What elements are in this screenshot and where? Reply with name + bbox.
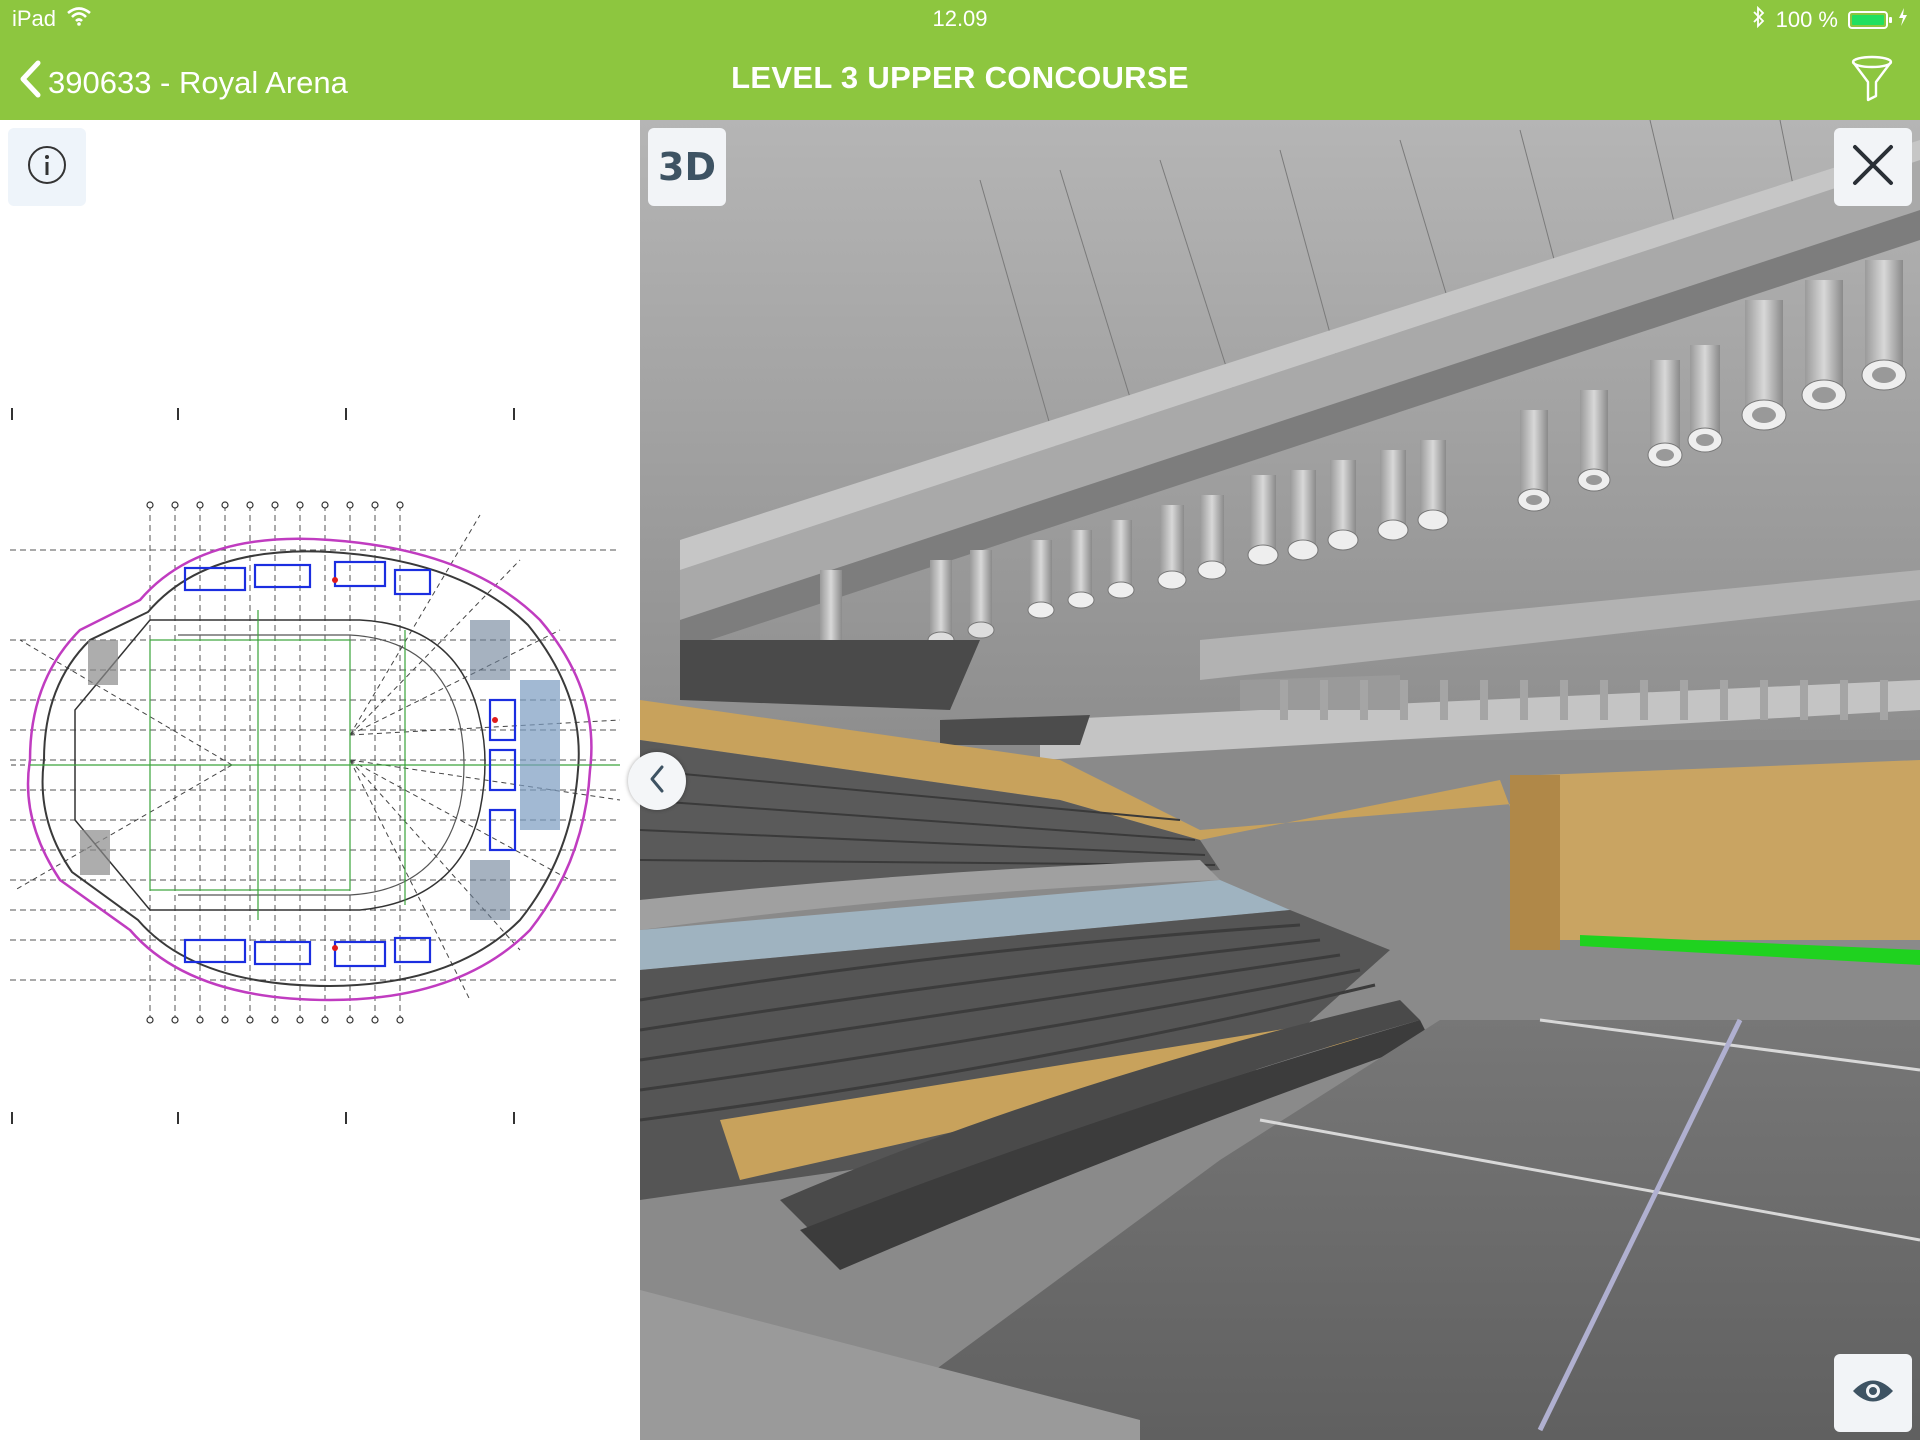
visibility-button[interactable] xyxy=(1834,1354,1912,1432)
page-title: LEVEL 3 UPPER CONCOURSE xyxy=(731,60,1189,95)
eye-icon xyxy=(1851,1376,1895,1411)
charging-icon xyxy=(1898,7,1908,33)
chevron-left-icon xyxy=(646,763,668,800)
close-icon xyxy=(1851,143,1895,192)
floor-plan-panel xyxy=(0,120,640,1440)
status-bar: iPad 12.09 100 % xyxy=(0,0,1920,40)
close-button[interactable] xyxy=(1834,128,1912,206)
floor-plan-drawing[interactable] xyxy=(0,120,640,1440)
battery-percent: 100 % xyxy=(1775,7,1838,32)
view-mode-3d-button[interactable]: 3D xyxy=(648,128,726,206)
status-time: 12.09 xyxy=(932,6,988,31)
filter-icon[interactable] xyxy=(1850,54,1894,109)
status-right: 100 % xyxy=(1752,5,1908,34)
model-3d-viewer[interactable]: 3D xyxy=(640,120,1920,1440)
app-header: iPad 12.09 100 % 390633 - Royal Arena LE… xyxy=(0,0,1920,120)
battery-icon xyxy=(1848,11,1892,29)
collapse-panel-button[interactable] xyxy=(628,752,686,810)
bluetooth-icon xyxy=(1752,5,1766,34)
nav-bar: 390633 - Royal Arena LEVEL 3 UPPER CONCO… xyxy=(0,40,1920,120)
arena-3d-render[interactable] xyxy=(640,120,1920,1440)
